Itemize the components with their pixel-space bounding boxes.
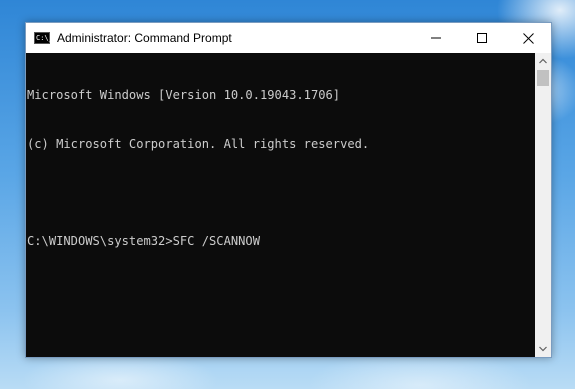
scroll-down-button[interactable] — [535, 341, 551, 357]
minimize-button[interactable] — [413, 23, 459, 53]
close-icon — [522, 32, 534, 44]
maximize-icon — [477, 33, 487, 43]
scroll-up-button[interactable] — [535, 53, 551, 69]
console-line: (c) Microsoft Corporation. All rights re… — [27, 137, 370, 151]
chevron-up-icon — [539, 58, 547, 64]
command-line[interactable]: C:\WINDOWS\system32>SFC /SCANNOW — [27, 233, 536, 249]
command-prompt-window: C:\_ Administrator: Command Prompt Micro… — [25, 22, 552, 358]
command-prompt-icon: C:\_ — [34, 32, 53, 44]
console-line: Microsoft Windows [Version 10.0.19043.17… — [27, 88, 341, 103]
title-bar[interactable]: C:\_ Administrator: Command Prompt — [26, 23, 551, 53]
close-button[interactable] — [505, 23, 551, 53]
scrollbar-thumb[interactable] — [537, 70, 549, 86]
window-title: Administrator: Command Prompt — [57, 31, 232, 45]
window-controls — [413, 23, 551, 53]
console-output[interactable]: Microsoft Windows [Version 10.0.19043.17… — [26, 53, 536, 357]
minimize-icon — [431, 37, 441, 39]
vertical-scrollbar[interactable] — [535, 53, 551, 357]
maximize-button[interactable] — [459, 23, 505, 53]
chevron-down-icon — [539, 346, 547, 352]
